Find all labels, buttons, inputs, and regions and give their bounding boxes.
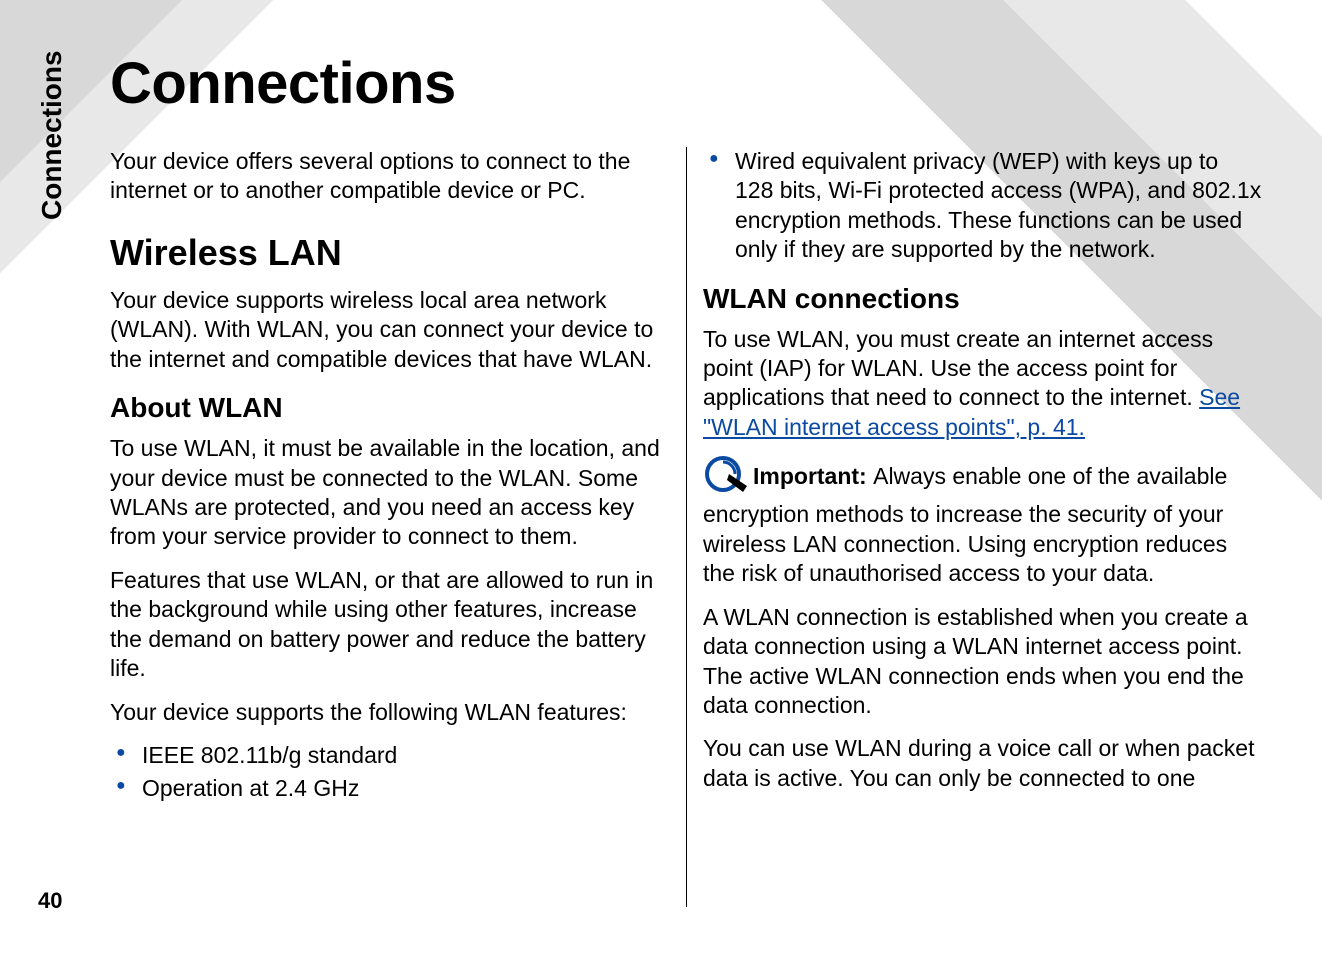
wireless-lan-paragraph: Your device supports wireless local area… [110, 286, 669, 374]
important-note: Important: Always enable one of the avai… [703, 456, 1262, 588]
wlan-connections-para-1: To use WLAN, you must create an internet… [703, 325, 1262, 443]
page-number: 40 [38, 888, 62, 914]
wlan-connections-para-2: A WLAN connection is established when yo… [703, 603, 1262, 721]
heading-about-wlan: About WLAN [110, 390, 669, 426]
sidebar: Connections [36, 20, 76, 934]
list-item: IEEE 802.11b/g standard [134, 741, 669, 770]
wlan-connections-para-1-text: To use WLAN, you must create an internet… [703, 326, 1213, 411]
about-wlan-para-1: To use WLAN, it must be available in the… [110, 434, 669, 552]
list-item: Wired equivalent privacy (WEP) with keys… [727, 147, 1262, 265]
important-label: Important: [753, 463, 873, 489]
heading-wireless-lan: Wireless LAN [110, 230, 669, 276]
sidebar-section-label: Connections [36, 0, 68, 220]
important-icon [703, 454, 751, 498]
wlan-features-list: IEEE 802.11b/g standard Operation at 2.4… [110, 741, 669, 804]
about-wlan-para-2: Features that use WLAN, or that are allo… [110, 566, 669, 684]
list-item: Operation at 2.4 GHz [134, 774, 669, 803]
heading-wlan-connections: WLAN connections [703, 281, 1262, 317]
text-columns: Your device offers several options to co… [110, 147, 1262, 907]
wlan-connections-para-3: You can use WLAN during a voice call or … [703, 734, 1262, 793]
page-title: Connections [110, 50, 1262, 117]
intro-paragraph: Your device offers several options to co… [110, 147, 669, 206]
wlan-features-list-cont: Wired equivalent privacy (WEP) with keys… [703, 147, 1262, 265]
page-content: Connections Your device offers several o… [110, 30, 1262, 924]
about-wlan-para-3: Your device supports the following WLAN … [110, 698, 669, 727]
